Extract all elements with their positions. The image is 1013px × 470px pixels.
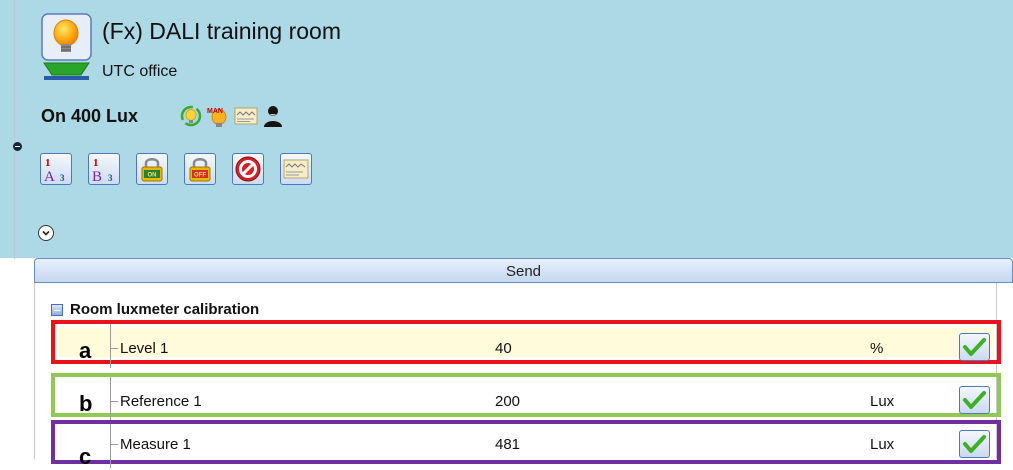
header-left-border: [14, 0, 15, 259]
toolbar: 1 A 3 1 B 3 ON OFF: [40, 153, 312, 185]
chart-panel-button[interactable]: [280, 153, 312, 185]
scene-b-icon: 1 B 3: [92, 157, 113, 185]
parameter-value[interactable]: 481: [495, 436, 520, 453]
tree-branch: [111, 401, 118, 402]
tree-line: [110, 424, 111, 468]
device-location: UTC office: [102, 63, 178, 80]
tree-branch: [111, 444, 118, 445]
lock-off-button[interactable]: OFF: [184, 153, 216, 185]
collapse-header-icon[interactable]: [13, 142, 22, 151]
scene-a-bottom-number: 3: [60, 173, 65, 183]
lock-on-text: ON: [148, 173, 157, 179]
checkmark-icon: [963, 435, 986, 453]
device-title: (Fx) DALI training room: [102, 18, 342, 44]
confirm-button[interactable]: [959, 333, 990, 361]
lock-on-button[interactable]: ON: [136, 153, 168, 185]
scene-b-button[interactable]: 1 B 3: [88, 153, 120, 185]
row-marker: a: [79, 338, 92, 363]
row-marker: b: [79, 391, 93, 416]
parameter-value[interactable]: 200: [495, 393, 520, 410]
device-lightbulb-icon[interactable]: [41, 13, 92, 81]
status-icons: MAN: [180, 104, 284, 133]
chart-panel-icon: [283, 159, 309, 179]
section-collapse-icon[interactable]: [51, 303, 63, 316]
stop-icon: [235, 156, 261, 182]
table-row: c Measure 1 481 Lux: [51, 420, 1001, 469]
parameter-unit: Lux: [870, 436, 895, 453]
section-title: Room luxmeter calibration: [70, 301, 260, 318]
parameter-unit: %: [870, 340, 884, 357]
row-marker: c: [79, 444, 92, 469]
scene-a-top-number: 1: [45, 157, 51, 169]
confirm-button[interactable]: [959, 386, 990, 414]
tree-branch: [111, 348, 118, 349]
stop-button[interactable]: [232, 153, 264, 185]
scene-b-bottom-number: 3: [108, 173, 113, 183]
table-row: b Reference 1 200 Lux: [51, 373, 1001, 421]
tree-line: [110, 377, 111, 421]
confirm-button[interactable]: [959, 430, 990, 458]
parameter-label: Level 1: [120, 340, 169, 357]
checkmark-icon: [963, 391, 986, 409]
checkmark-icon: [963, 338, 986, 356]
scene-a-button[interactable]: 1 A 3: [40, 153, 72, 185]
parameter-unit: Lux: [870, 393, 895, 410]
user-icon: [262, 104, 284, 133]
expand-button[interactable]: [38, 225, 54, 241]
table-row: a Level 1 40 %: [51, 320, 1001, 368]
parameter-label: Reference 1: [120, 393, 202, 410]
row-background: [58, 327, 994, 357]
scene-a-letter: A: [44, 169, 55, 184]
section-header: Room luxmeter calibration: [51, 301, 259, 318]
scene-a-icon: 1 A 3: [44, 157, 65, 185]
scene-b-letter: B: [92, 169, 102, 184]
chart-panel-icon: [234, 106, 258, 131]
svg-text:MAN: MAN: [207, 108, 223, 115]
lock-off-text: OFF: [194, 173, 206, 179]
device-status: On 400 Lux: [41, 106, 139, 126]
lock-on-icon: ON: [141, 158, 163, 182]
chevron-down-icon: [42, 230, 50, 236]
lock-off-icon: OFF: [189, 158, 211, 182]
row-background: [58, 427, 994, 457]
scene-b-top-number: 1: [93, 157, 99, 169]
lightbulb-cycle-icon: [180, 105, 202, 132]
tree-line: [110, 324, 111, 368]
parameter-value[interactable]: 40: [495, 340, 512, 357]
parameter-label: Measure 1: [120, 436, 191, 453]
send-button[interactable]: Send: [34, 258, 1013, 283]
manual-bulb-icon: MAN: [206, 104, 230, 133]
